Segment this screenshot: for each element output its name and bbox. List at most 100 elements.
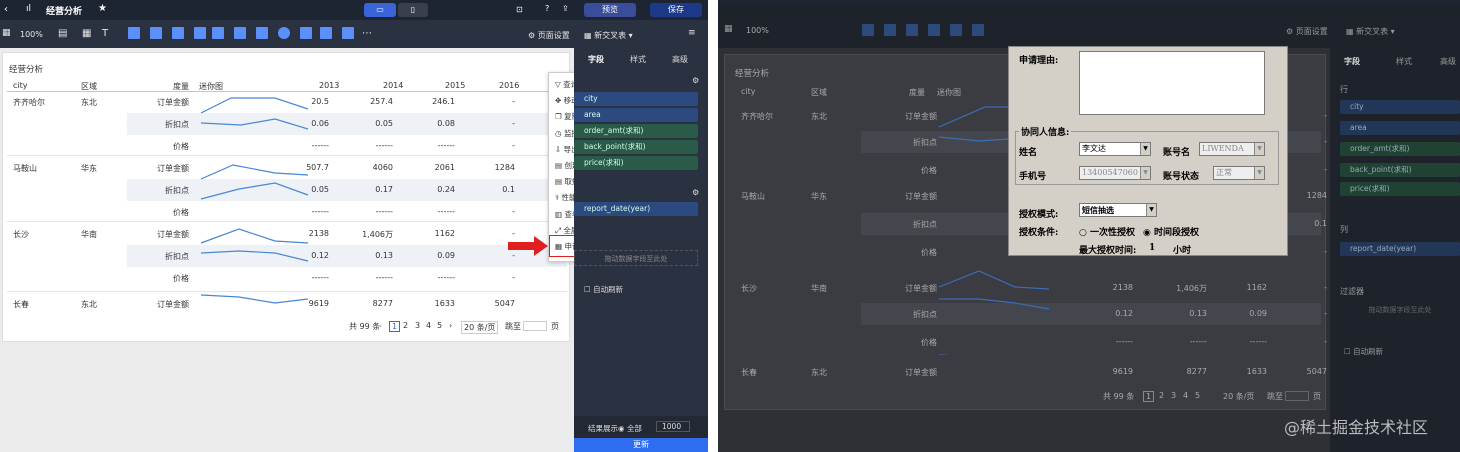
filter-icon[interactable]: ▤ [58, 28, 67, 39]
field-back-point[interactable]: back_point(求和) [574, 140, 698, 154]
field-city-2[interactable]: city [1340, 100, 1460, 114]
field-back-point-2[interactable]: back_point(求和) [1340, 163, 1460, 177]
new-crosstab-button-2[interactable]: ▦ 新交叉表 ▾ [1346, 26, 1395, 37]
jump-input[interactable] [523, 321, 547, 331]
update-button[interactable]: 更新 [574, 438, 708, 452]
auto-refresh-checkbox-2[interactable]: ☐ 自动刷新 [1344, 346, 1383, 357]
filter-dropzone-2[interactable]: 拖动数据字段至此处 [1340, 302, 1460, 318]
field-price[interactable]: price(求和) [574, 156, 698, 170]
right-panel-2: 字段 样式 高级 行 city area order_amt(求和) back_… [1330, 48, 1460, 452]
tab-fields[interactable]: 字段 [588, 54, 604, 65]
filter-dropzone[interactable]: 拖动数据字段至此处 [574, 250, 698, 266]
page-4[interactable]: 4 [426, 321, 431, 330]
table-icon-2[interactable] [862, 24, 874, 36]
layout-icon-2[interactable]: ▦ [724, 24, 733, 34]
star-icon[interactable]: ★ [98, 3, 107, 14]
preview-button[interactable]: 预览 [584, 3, 636, 17]
col-label: 列 [1340, 225, 1348, 234]
mobile-view-button[interactable]: ▯ [398, 3, 428, 17]
lock-icon[interactable]: ⊡ [516, 5, 523, 14]
pie-chart-icon[interactable] [278, 27, 290, 39]
app-title: 经营分析 [46, 7, 83, 17]
desktop-view-button[interactable]: ▭ [364, 3, 396, 17]
field-report-date[interactable]: report_date(year) [574, 202, 698, 216]
page-1[interactable]: 1 [389, 321, 401, 332]
watermark: @稀土掘金技术社区 [1284, 418, 1429, 437]
table-icon[interactable] [128, 27, 140, 39]
tab-advanced[interactable]: 高级 [672, 54, 688, 65]
menu-icon[interactable]: ≡ [688, 28, 696, 38]
settings-icon[interactable]: ⚙ [692, 76, 699, 85]
auto-refresh-checkbox[interactable]: ☐ 自动刷新 [584, 284, 623, 295]
tab-style[interactable]: 样式 [630, 54, 646, 65]
spark-line-4 [200, 182, 309, 200]
page-3[interactable]: 3 [415, 321, 420, 330]
page-2[interactable]: 2 [403, 321, 408, 330]
limit-input[interactable]: 1000 [656, 421, 690, 432]
text-icon[interactable]: T [102, 28, 108, 39]
kpi-icon[interactable] [194, 27, 206, 39]
field-area[interactable]: area [574, 108, 698, 122]
chevron-down-icon: ▼ [1146, 204, 1156, 216]
chevron-down-icon: ▼ [1254, 143, 1264, 155]
zoom-select-2[interactable]: 100% [746, 26, 769, 35]
page-5[interactable]: 5 [437, 321, 442, 330]
mode-select[interactable]: 短信抽选 ▼ [1079, 203, 1157, 217]
phone-select[interactable]: 13400547060 ▼ [1079, 166, 1151, 180]
area-chart-icon[interactable] [150, 27, 162, 39]
field-city[interactable]: city [574, 92, 698, 106]
combo-chart-icon[interactable] [256, 27, 268, 39]
settings-icon-2[interactable]: ⚙ [692, 188, 699, 197]
bar-chart-icon-2[interactable] [972, 24, 984, 36]
page-3-2[interactable]: 3 [1171, 391, 1176, 400]
list-icon[interactable] [342, 27, 354, 39]
field-report-date-2[interactable]: report_date(year) [1340, 242, 1460, 256]
page-5-2[interactable]: 5 [1195, 391, 1200, 400]
page-size-select-2[interactable]: 20 条/页 [1223, 391, 1254, 402]
prev-page[interactable]: ‹ [379, 321, 382, 330]
jump-input-2[interactable] [1285, 391, 1309, 401]
field-area-2[interactable]: area [1340, 121, 1460, 135]
line-chart-icon-2[interactable] [950, 24, 962, 36]
status-select[interactable]: 正常 ▼ [1213, 166, 1265, 180]
field-order-amt-2[interactable]: order_amt(求和) [1340, 142, 1460, 156]
save-button[interactable]: 保存 [650, 3, 702, 17]
back-icon[interactable]: ‹ [4, 4, 8, 15]
page-size-select[interactable]: 20 条/页 [461, 321, 499, 334]
field-order-amt[interactable]: order_amt(求和) [574, 124, 698, 138]
page-1-2[interactable]: 1 [1143, 391, 1155, 402]
calendar-icon[interactable]: ▦ [82, 28, 91, 39]
map-icon[interactable] [320, 27, 332, 39]
page-2-2[interactable]: 2 [1159, 391, 1164, 400]
next-page[interactable]: › [449, 321, 452, 330]
area-chart-icon-2[interactable] [884, 24, 896, 36]
card-icon[interactable] [172, 27, 184, 39]
field-price-2[interactable]: price(求和) [1340, 182, 1460, 196]
layout-icon[interactable]: ▦ [2, 28, 11, 38]
tab-fields-2[interactable]: 字段 [1344, 56, 1360, 67]
line-chart-icon[interactable] [212, 27, 224, 39]
name-select[interactable]: 李文达 ▼ [1079, 142, 1151, 156]
page-settings-button[interactable]: ⚙ 页面设置 [528, 30, 570, 41]
report-canvas: 经营分析 齐齐哈尔 东北 订单金额 20.5 257.4 246.1- 折扣点 0.06 0.0… [0, 48, 604, 452]
reason-textarea[interactable] [1079, 51, 1265, 115]
new-crosstab-button[interactable]: ▦ 新交叉表 ▾ [584, 30, 633, 41]
tab-advanced-2[interactable]: 高级 [1440, 56, 1456, 67]
timed-radio[interactable]: ◉ 时间段授权 [1143, 225, 1199, 238]
help-icon[interactable]: ? [545, 4, 549, 13]
tab-style-2[interactable]: 样式 [1396, 56, 1412, 67]
card-icon-2[interactable] [906, 24, 918, 36]
bar-chart-icon[interactable] [234, 27, 246, 39]
menu-item-icon: ◷ [555, 128, 564, 138]
kpi-icon-2[interactable] [928, 24, 940, 36]
radio-all[interactable]: ◉ 全部 [618, 423, 642, 434]
page-4-2[interactable]: 4 [1183, 391, 1188, 400]
more-icon[interactable]: ⋯ [362, 28, 372, 39]
zoom-select[interactable]: 100% [20, 30, 43, 39]
once-radio[interactable]: ○ 一次性授权 [1079, 225, 1135, 238]
scatter-icon[interactable] [300, 27, 312, 39]
export-icon[interactable]: ⇪ [562, 4, 569, 13]
page-settings-button-2[interactable]: ⚙ 页面设置 [1286, 26, 1328, 37]
table-cell: 1633 [1246, 367, 1267, 376]
account-select[interactable]: LIWENDA ▼ [1199, 142, 1265, 156]
